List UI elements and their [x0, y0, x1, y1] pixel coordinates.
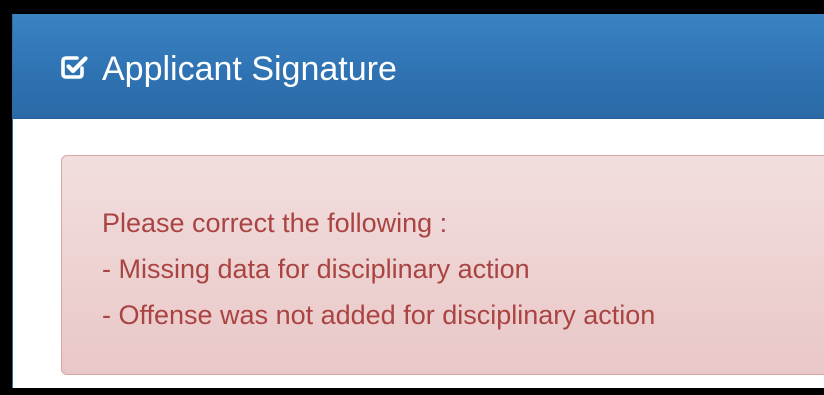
applicant-signature-panel: Applicant Signature Please correct the f… [12, 14, 824, 388]
alert-error-item: - Missing data for disciplinary action [102, 254, 530, 284]
alert-message: Please correct the following : - Missing… [102, 200, 655, 338]
checkbox-checked-icon [61, 56, 88, 79]
error-alert: Please correct the following : - Missing… [61, 155, 824, 375]
alert-intro: Please correct the following : [102, 208, 448, 238]
alert-error-item: - Offense was not added for disciplinary… [102, 300, 656, 330]
panel-heading: Applicant Signature [13, 14, 824, 119]
panel-body: Please correct the following : - Missing… [13, 119, 824, 388]
panel-title: Applicant Signature [102, 50, 397, 88]
